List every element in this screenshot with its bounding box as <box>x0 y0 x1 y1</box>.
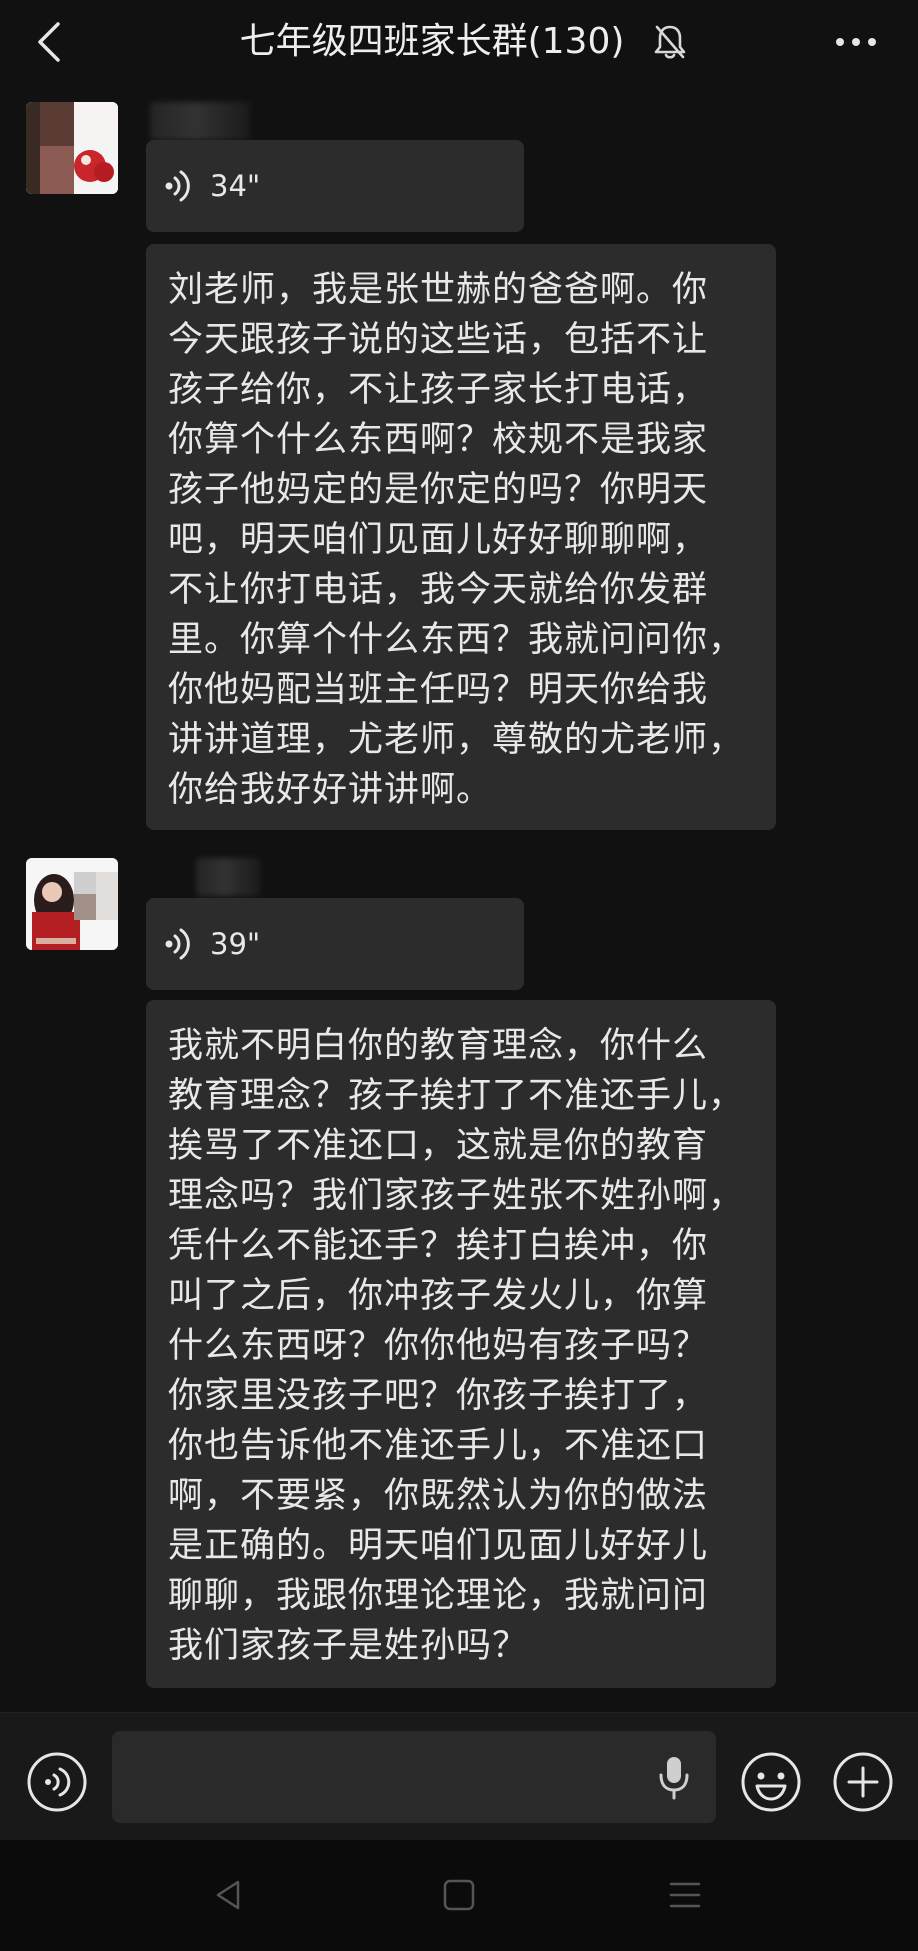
message-text-line: 理念吗？我们家孩子姓张不姓孙啊， <box>168 1176 745 1216</box>
message-text-line: 你家里没孩子吧？你孩子挨打了， <box>168 1376 709 1416</box>
ellipsis-icon <box>836 38 876 46</box>
voice-wave-icon <box>165 928 190 960</box>
nav-home-button[interactable] <box>434 1870 484 1920</box>
message-input[interactable] <box>112 1731 716 1823</box>
message-text-line: 孩子给你，不让孩子家长打电话， <box>168 370 709 410</box>
microphone-icon[interactable] <box>656 1753 692 1801</box>
message-text-line: 凭什么不能还手？挨打白挨冲，你 <box>168 1226 709 1266</box>
nav-menu-button[interactable] <box>660 1870 710 1920</box>
emoji-icon <box>741 1752 801 1812</box>
nav-back-button[interactable] <box>204 1870 254 1920</box>
message-text-line: 你给我好好讲讲啊。 <box>168 770 493 810</box>
chat-header: 七年级四班家长群(130) <box>0 0 918 84</box>
voice-wave-icon <box>165 170 190 202</box>
voice-message-bubble[interactable]: 34" <box>146 140 524 232</box>
emoji-button[interactable] <box>740 1751 802 1813</box>
message-text-line: 我就不明白你的教育理念，你什么 <box>168 1026 709 1066</box>
message-text-line: 不让你打电话，我今天就给你发群 <box>168 570 709 610</box>
voice-message-bubble[interactable]: 39" <box>146 898 524 990</box>
more-options-button[interactable] <box>826 18 886 66</box>
message-text-line: 今天跟孩子说的这些话，包括不让 <box>168 320 709 360</box>
voice-wave-icon <box>27 1752 87 1812</box>
message-text-line: 你算个什么东西啊？校规不是我家 <box>168 420 709 460</box>
nav-back-icon <box>216 1880 240 1910</box>
message-text-line: 讲讲道理，尤老师，尊敬的尤老师， <box>168 720 745 760</box>
message-text-line: 教育理念？孩子挨打了不准还手儿， <box>168 1076 745 1116</box>
sender-avatar[interactable] <box>26 102 118 194</box>
nav-home-icon <box>443 1879 475 1911</box>
message-text-line: 是正确的。明天咱们见面儿好好儿 <box>168 1526 709 1566</box>
voice-input-toggle[interactable] <box>26 1751 88 1813</box>
message-text-line: 叫了之后，你冲孩子发火儿，你算 <box>168 1276 709 1316</box>
text-message-bubble[interactable]: 刘老师，我是张世赫的爸爸啊。你 今天跟孩子说的这些话，包括不让 孩子给你，不让孩… <box>146 244 776 830</box>
message-input-bar <box>0 1712 918 1840</box>
group-title: 七年级四班家长群(130) <box>239 21 625 62</box>
plus-circle-icon <box>833 1752 893 1812</box>
chat-screen: 七年级四班家长群(130) 34" 刘老师，我是张世赫的爸爸啊。你 今天跟孩子说… <box>0 0 918 1951</box>
message-text-line: 你他妈配当班主任吗？明天你给我 <box>168 670 709 710</box>
message-text-line: 我们家孩子是姓孙吗？ <box>168 1626 529 1666</box>
message-text-line: 挨骂了不准还口，这就是你的教育 <box>168 1126 709 1166</box>
more-actions-button[interactable] <box>832 1751 894 1813</box>
message-text-line: 聊聊，我跟你理论理论，我就问问 <box>168 1576 709 1616</box>
voice-duration: 34" <box>210 169 261 203</box>
text-message-bubble[interactable]: 我就不明白你的教育理念，你什么 教育理念？孩子挨打了不准还手儿， 挨骂了不准还口… <box>146 1000 776 1688</box>
sender-name-blurred <box>196 858 260 896</box>
sender-name-blurred <box>150 102 250 140</box>
nav-menu-icon <box>669 1882 701 1908</box>
voice-duration: 39" <box>210 927 261 961</box>
message-text-line: 吧，明天咱们见面儿好好聊聊啊， <box>168 520 709 560</box>
message-text-line: 什么东西呀？你你他妈有孩子吗？ <box>168 1326 709 1366</box>
sender-avatar[interactable] <box>26 858 118 950</box>
bell-muted-icon <box>652 22 688 62</box>
message-text-line: 刘老师，我是张世赫的爸爸啊。你 <box>168 270 709 310</box>
message-text-line: 啊，不要紧，你既然认为你的做法 <box>168 1476 709 1516</box>
message-text-line: 孩子他妈定的是你定的吗？你明天 <box>168 470 709 510</box>
system-nav-bar <box>0 1840 918 1951</box>
message-text-line: 里。你算个什么东西？我就问问你， <box>168 620 745 660</box>
message-text-line: 你也告诉他不准还手儿，不准还口 <box>168 1426 709 1466</box>
